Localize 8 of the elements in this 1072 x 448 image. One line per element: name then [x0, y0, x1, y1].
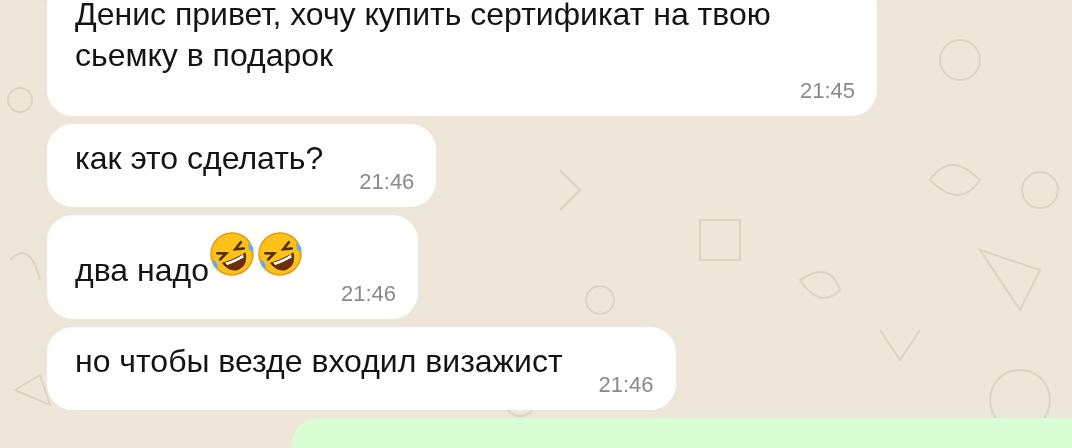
message-text: два надо	[75, 251, 209, 290]
message-text: Денис привет, хочу купить сертификат на твою сьемку в подарок	[75, 0, 772, 75]
message-text: как это сделать?	[75, 139, 324, 178]
message-time: 21:45	[799, 78, 855, 104]
message-time: 21:46	[598, 372, 654, 398]
message-time: 21:46	[359, 169, 415, 195]
message-text: но чтобы везде входил визажист	[75, 342, 563, 381]
message-time: 21:46	[340, 281, 396, 307]
